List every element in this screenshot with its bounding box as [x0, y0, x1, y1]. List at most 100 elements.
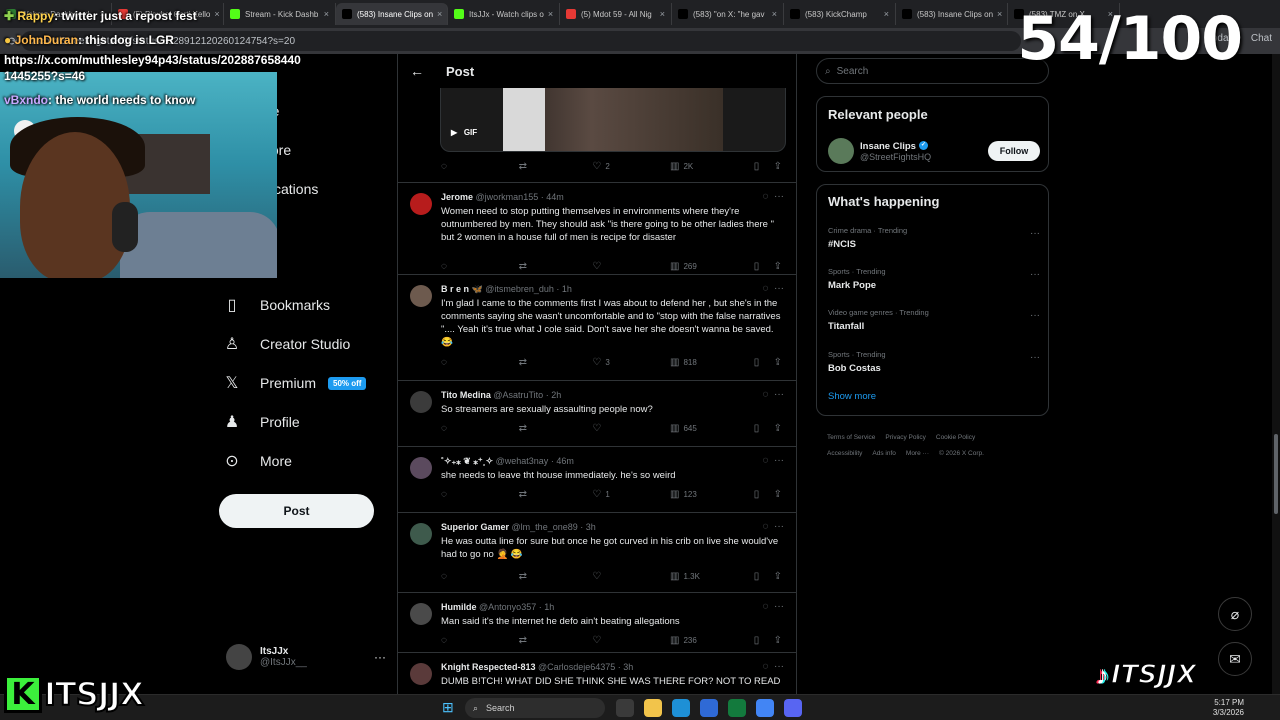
like-button[interactable]: ♡: [592, 423, 670, 434]
share-button[interactable]: ⇪: [774, 261, 786, 272]
post-time[interactable]: 46m: [556, 456, 574, 466]
author-handle[interactable]: @jworkman155: [476, 192, 539, 202]
close-tab-icon[interactable]: ×: [544, 9, 553, 19]
reply-post[interactable]: B r e n 🦋 @itsmebren_duh · 1h ◌ ··· I'm gl…: [398, 274, 796, 380]
post-time[interactable]: 3h: [586, 522, 596, 532]
relevant-person[interactable]: Insane Clips ✓ @StreetFightsHQ Follow: [828, 136, 1040, 166]
windows-start-icon[interactable]: ⊞: [442, 700, 456, 714]
grok-fab-icon[interactable]: ⌀: [1218, 597, 1252, 631]
views-button[interactable]: ▥ 2K: [670, 161, 754, 172]
more-options-icon[interactable]: ···: [774, 191, 784, 202]
author-handle[interactable]: @wehat3nay: [496, 456, 549, 466]
footer-link[interactable]: More ···: [906, 450, 929, 457]
taskbar-search[interactable]: ⌕ Search: [465, 698, 605, 718]
more-options-icon[interactable]: ···: [1030, 269, 1040, 280]
grok-icon[interactable]: ◌: [762, 389, 768, 400]
views-button[interactable]: ▥ 236: [670, 635, 754, 646]
share-button[interactable]: ⇪: [774, 489, 786, 500]
post-time[interactable]: 1h: [544, 602, 554, 612]
browser-tab[interactable]: (583) KickChamp ×: [784, 3, 896, 25]
trend-item[interactable]: Sports · Trending Bob Costas ···: [828, 350, 1040, 386]
post-time[interactable]: 3h: [623, 662, 633, 672]
like-button[interactable]: ♡: [592, 571, 670, 582]
reply-button[interactable]: ◌: [441, 357, 519, 368]
follow-button[interactable]: Follow: [988, 141, 1040, 161]
reply-post[interactable]: Knight Respected-813 @Carlosdeje64375 · …: [398, 652, 796, 694]
more-options-icon[interactable]: ···: [774, 661, 784, 672]
author-handle[interactable]: @AsatruTito: [493, 390, 543, 400]
post-time[interactable]: 2h: [551, 390, 561, 400]
repost-button[interactable]: ⇄: [519, 357, 593, 368]
browser-tab[interactable]: ItsJJx - Watch clips o ×: [448, 3, 560, 25]
post-time[interactable]: 1h: [562, 284, 572, 294]
avatar[interactable]: [410, 391, 432, 413]
bookmark-button[interactable]: ▯: [754, 161, 774, 172]
more-options-icon[interactable]: ···: [374, 650, 386, 664]
discord-icon[interactable]: [784, 699, 802, 717]
bookmark-button[interactable]: ▯: [754, 635, 774, 646]
grok-icon[interactable]: ◌: [762, 601, 768, 612]
browser-tab[interactable]: (5) Mdot 59 - All Nig ×: [560, 3, 672, 25]
footer-link[interactable]: Accessibility: [827, 450, 862, 457]
file-explorer-icon[interactable]: [644, 699, 662, 717]
bookmark-button[interactable]: ▯: [754, 423, 774, 434]
avatar[interactable]: [410, 285, 432, 307]
like-button[interactable]: ♡ 3: [592, 357, 670, 368]
back-arrow-icon[interactable]: ←: [410, 63, 430, 79]
like-button[interactable]: ♡ 1: [592, 489, 670, 500]
reply-button[interactable]: ◌: [441, 489, 519, 500]
more-options-icon[interactable]: ···: [1030, 310, 1040, 321]
reply-button[interactable]: ◌: [441, 423, 519, 434]
bookmark-button[interactable]: ▯: [754, 571, 774, 582]
reply-post[interactable]: Superior Gamer @lm_the_one89 · 3h ◌ ··· He…: [398, 512, 796, 592]
close-tab-icon[interactable]: ×: [320, 9, 329, 19]
repost-button[interactable]: ⇄: [519, 571, 593, 582]
share-button[interactable]: ⇪: [774, 423, 786, 434]
author-name[interactable]: Knight Respected-813: [441, 662, 536, 672]
author-handle[interactable]: @Antonyo357: [479, 602, 536, 612]
avatar[interactable]: [410, 663, 432, 685]
views-button[interactable]: ▥ 645: [670, 423, 754, 434]
author-name[interactable]: Jerome: [441, 192, 473, 202]
footer-link[interactable]: Terms of Service: [827, 434, 875, 441]
chrome-icon[interactable]: [756, 699, 774, 717]
views-button[interactable]: ▥ 1.3K: [670, 571, 754, 582]
messages-fab-icon[interactable]: ✉: [1218, 642, 1252, 676]
author-handle[interactable]: @itsmebren_duh: [485, 284, 554, 294]
repost-button[interactable]: ⇄: [519, 635, 593, 646]
browser-tab[interactable]: (583) "on X: "he gav ×: [672, 3, 784, 25]
grok-icon[interactable]: ◌: [762, 661, 768, 672]
repost-button[interactable]: ⇄: [519, 423, 593, 434]
reply-post[interactable]: Tito Medina @AsatruTito · 2h ◌ ··· So stre…: [398, 380, 796, 446]
like-button[interactable]: ♡ 2: [592, 161, 670, 172]
reply-post[interactable]: Jerome @jworkman155 · 44m ◌ ··· Women need…: [398, 182, 796, 274]
trend-item[interactable]: Sports · Trending Mark Pope ···: [828, 267, 1040, 303]
bookmark-button[interactable]: ▯: [754, 357, 774, 368]
more-options-icon[interactable]: ···: [774, 389, 784, 400]
more-options-icon[interactable]: ···: [774, 521, 784, 532]
trend-item[interactable]: Video game genres · Trending Titanfall ···: [828, 308, 1040, 344]
browser-tab[interactable]: (583) Insane Clips on ×: [336, 3, 448, 25]
author-name[interactable]: Superior Gamer: [441, 522, 509, 532]
reply-post[interactable]: Humilde @Antonyo357 · 1h ◌ ··· Man said it…: [398, 592, 796, 652]
post-button[interactable]: Post: [219, 494, 374, 528]
share-button[interactable]: ⇪: [774, 571, 786, 582]
close-tab-icon[interactable]: ×: [433, 9, 442, 19]
edge-icon[interactable]: [672, 699, 690, 717]
close-tab-icon[interactable]: ×: [993, 9, 1002, 19]
more-options-icon[interactable]: ···: [774, 601, 784, 612]
more-options-icon[interactable]: ···: [774, 455, 784, 466]
views-button[interactable]: ▥ 123: [670, 489, 754, 500]
more-options-icon[interactable]: ···: [1030, 352, 1040, 363]
browser-tab[interactable]: (583) Insane Clips on ×: [896, 3, 1008, 25]
account-switcher[interactable]: ItsJJx @ItsJJx__ ···: [226, 640, 386, 674]
footer-link[interactable]: Ads info: [872, 450, 896, 457]
author-name[interactable]: Humilde: [441, 602, 477, 612]
close-tab-icon[interactable]: ×: [880, 9, 889, 19]
share-button[interactable]: ⇪: [774, 357, 786, 368]
close-tab-icon[interactable]: ×: [768, 9, 777, 19]
nav-more[interactable]: ⊙ More: [222, 447, 292, 475]
reply-button[interactable]: ◌: [441, 635, 519, 646]
avatar[interactable]: [410, 603, 432, 625]
browser-tab[interactable]: Stream - Kick Dashb ×: [224, 3, 336, 25]
